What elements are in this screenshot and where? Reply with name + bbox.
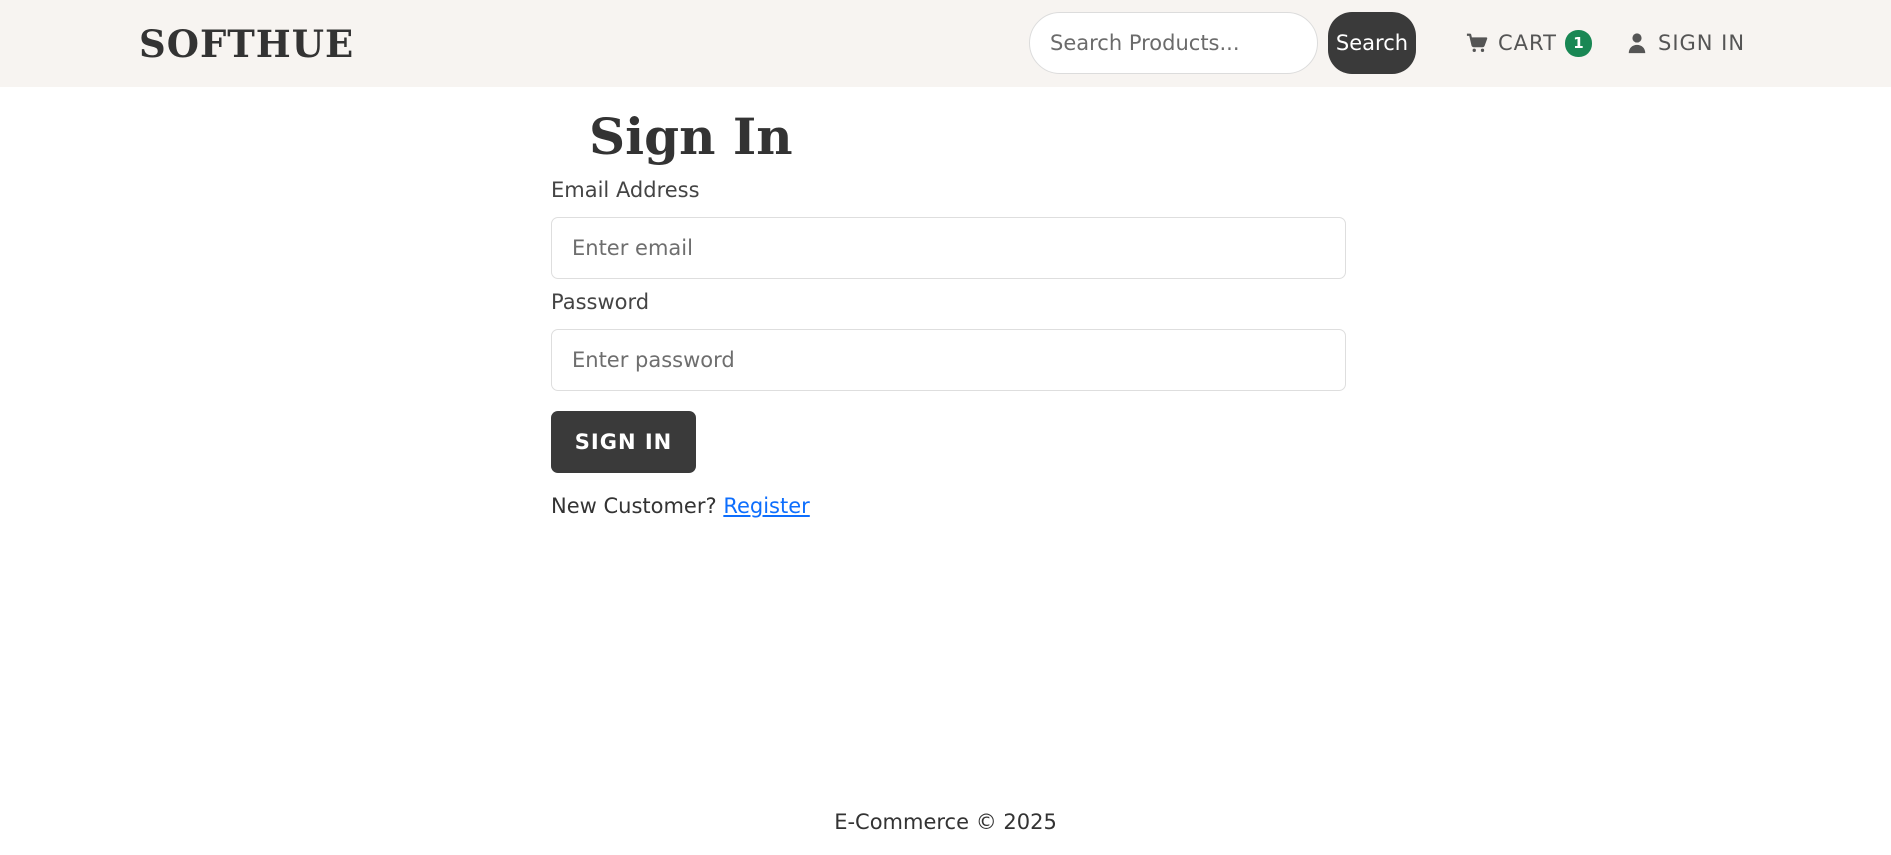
signin-label: SIGN IN xyxy=(1658,31,1746,55)
register-link[interactable]: Register xyxy=(723,494,809,518)
email-field[interactable] xyxy=(551,217,1346,279)
brand-logo[interactable]: SOFTHUE xyxy=(139,20,354,68)
user-icon xyxy=(1626,32,1648,54)
signin-submit-button[interactable]: SIGN IN xyxy=(551,411,696,473)
password-field[interactable] xyxy=(551,329,1346,391)
page-title: Sign In xyxy=(589,107,793,166)
email-label: Email Address xyxy=(551,178,700,202)
new-customer-row: New Customer? Register xyxy=(551,494,810,518)
new-customer-text: New Customer? xyxy=(551,494,717,518)
cart-icon xyxy=(1466,32,1488,54)
cart-label: CART xyxy=(1498,31,1557,55)
password-label: Password xyxy=(551,290,650,314)
cart-count-badge: 1 xyxy=(1564,29,1592,57)
cart-link[interactable]: CART 1 xyxy=(1466,20,1592,66)
search-button[interactable]: Search xyxy=(1328,12,1416,74)
navbar: SOFTHUE Search CART 1 SIGN IN xyxy=(0,0,1891,87)
signin-link[interactable]: SIGN IN xyxy=(1626,20,1745,66)
footer-text: E-Commerce © 2025 xyxy=(834,810,1057,834)
search-input[interactable] xyxy=(1029,12,1318,74)
